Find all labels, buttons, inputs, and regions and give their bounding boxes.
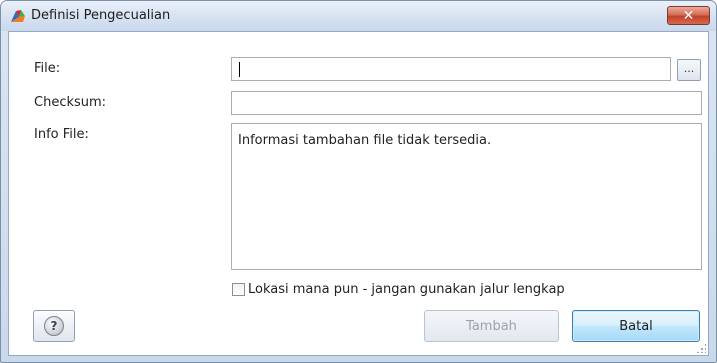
avg-logo-icon	[11, 10, 25, 22]
dialog-body: File: ... Checksum: Info File: Informasi…	[8, 31, 709, 356]
info-file-text: Informasi tambahan file tidak tersedia.	[238, 133, 492, 148]
checksum-label: Checksum:	[34, 95, 107, 110]
close-button[interactable]: ✕	[667, 6, 710, 25]
file-label: File:	[34, 61, 61, 76]
anywhere-checkbox-label[interactable]: Lokasi mana pun - jangan gunakan jalur l…	[248, 282, 565, 297]
checksum-input[interactable]	[231, 91, 702, 115]
help-button[interactable]: ?	[33, 310, 75, 342]
info-file-box: Informasi tambahan file tidak tersedia.	[231, 123, 702, 270]
text-caret	[239, 62, 240, 77]
exclusion-dialog: Definisi Pengecualian ✕ File: ... Checks…	[0, 0, 717, 363]
info-file-label: Info File:	[34, 127, 89, 142]
anywhere-checkbox[interactable]	[232, 282, 245, 296]
browse-button[interactable]: ...	[677, 59, 701, 81]
title-bar[interactable]: Definisi Pengecualian ✕	[1, 1, 716, 31]
close-icon: ✕	[682, 7, 695, 24]
file-path-input[interactable]	[231, 57, 671, 81]
add-button[interactable]: Tambah	[424, 310, 559, 342]
cancel-button[interactable]: Batal	[572, 310, 700, 342]
anywhere-option[interactable]: Lokasi mana pun - jangan gunakan jalur l…	[232, 280, 565, 298]
resize-grip-icon[interactable]	[696, 343, 706, 353]
window-title: Definisi Pengecualian	[31, 8, 171, 23]
help-icon: ?	[44, 316, 64, 336]
